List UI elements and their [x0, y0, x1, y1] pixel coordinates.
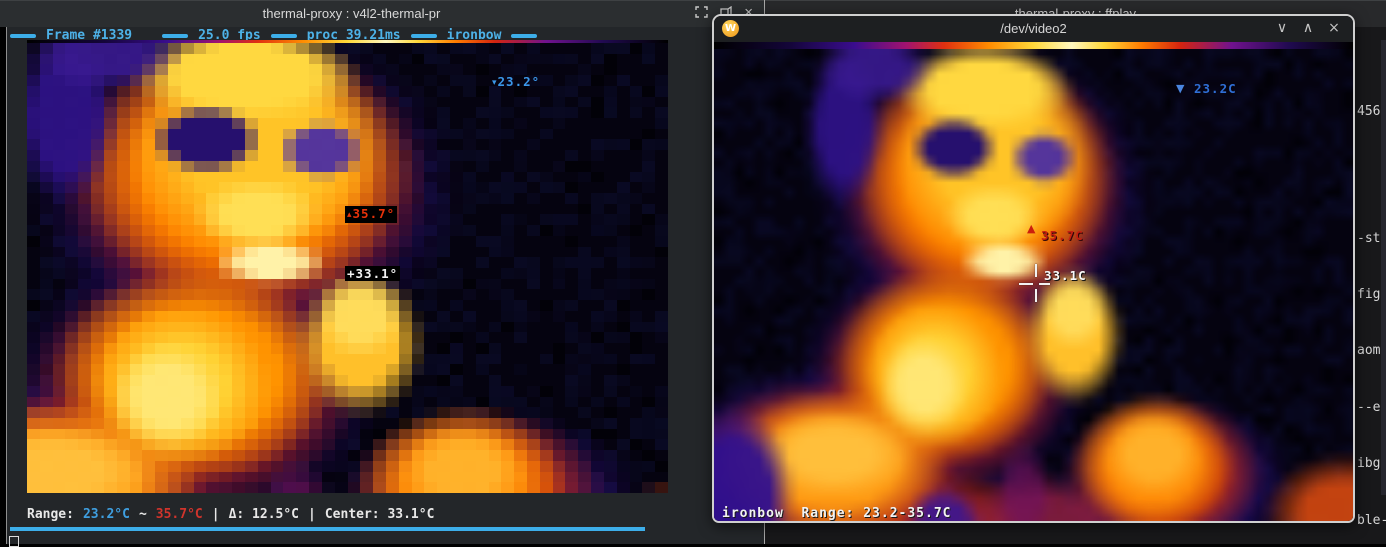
maximize-icon[interactable]: ∧ [1301, 20, 1315, 36]
range-max: 35.7°C [155, 507, 203, 522]
cursor-glyph [9, 536, 19, 547]
delta-value: Δ: 12.5°C [228, 507, 300, 522]
separator-dash [10, 33, 36, 38]
hot-spot-label: 35.7C [1041, 228, 1084, 243]
hot-spot-label: ▴35.7° [345, 206, 398, 223]
terminal-console: Input #0, video4linux2,v4l2, from '/dev/… [768, 523, 1230, 544]
fit-to-window-icon[interactable] [695, 6, 708, 18]
crosshair [1019, 283, 1033, 285]
minimize-icon[interactable]: ∨ [1275, 20, 1289, 36]
center-value: Center: 33.1°C [324, 507, 435, 522]
ffplay-titlebar[interactable]: W /dev/video2 ∨ ∧ × [714, 16, 1353, 42]
cold-spot-label: ▾23.2° [492, 74, 541, 89]
ffplay-title: /dev/video2 [1000, 21, 1067, 36]
close-icon[interactable]: × [1327, 20, 1341, 36]
terminal-line: ble-l [1357, 512, 1386, 528]
thermal-view: ▾23.2° ▴35.7° +33.1° [27, 40, 668, 493]
range-footer: Range: 23.2°C ~ 35.7°C | Δ: 12.5°C | Cen… [27, 507, 434, 522]
left-window-titlebar[interactable]: thermal-proxy : v4l2-thermal-pr × [0, 0, 765, 27]
separator: | [211, 507, 220, 522]
separator-dash [270, 33, 297, 38]
separator-dash [410, 33, 437, 38]
video-surface[interactable]: ▼ 23.2C ▲ 35.7C 33.1C ironbow Range: 23.… [714, 42, 1353, 521]
window-border [6, 0, 7, 544]
center-temp-label: +33.1° [345, 266, 401, 281]
desktop: { "left_window": { "title": "thermal-pro… [0, 0, 1386, 547]
crosshair [1035, 264, 1037, 277]
range-min: 23.2°C [82, 507, 130, 522]
range-label: Range: [27, 507, 74, 522]
range-progress-bar [10, 527, 645, 531]
cold-spot-label: ▼ 23.2C [1176, 81, 1237, 96]
thermal-canvas-right [714, 49, 1353, 521]
separator-dash [162, 33, 189, 38]
center-temp-label: 33.1C [1044, 268, 1087, 283]
separator: | [308, 507, 316, 522]
crosshair [1035, 289, 1037, 302]
left-window-title: thermal-proxy : v4l2-thermal-pr [262, 6, 441, 21]
ffplay-video-window: W /dev/video2 ∨ ∧ × ▼ 23.2C ▲ 35.7C 33.1… [712, 14, 1355, 523]
hot-marker-icon: ▲ [1027, 222, 1037, 235]
palette-range-overlay: ironbow Range: 23.2-35.7C [722, 506, 952, 521]
separator-dash [511, 33, 538, 38]
palette-strip [714, 42, 1353, 49]
range-tilde: ~ [138, 507, 147, 522]
crosshair [1039, 283, 1050, 285]
thermal-proxy-window: thermal-proxy : v4l2-thermal-pr × Frame … [0, 0, 765, 547]
terminal-scrollbar[interactable] [1381, 40, 1386, 495]
